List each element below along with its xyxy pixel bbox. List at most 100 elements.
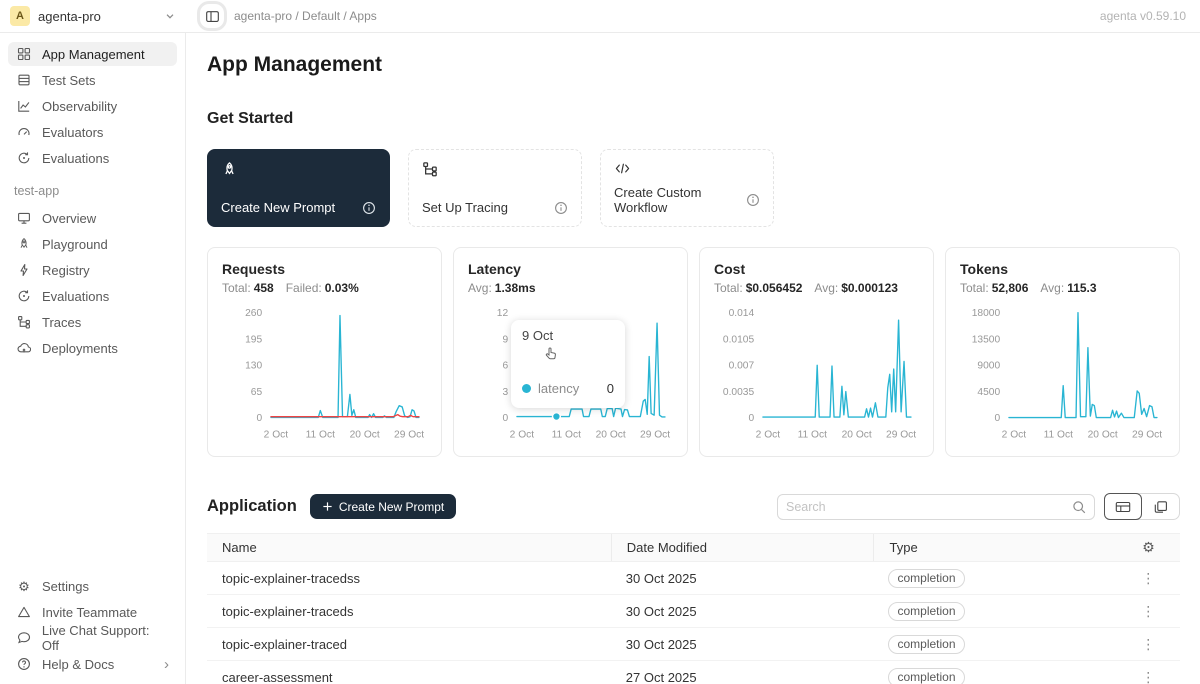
svg-text:3: 3: [502, 387, 508, 398]
grid-icon: [16, 47, 32, 61]
sidebar-item-invite-teammate[interactable]: Invite Teammate: [8, 600, 177, 624]
card-label: Set Up Tracing: [422, 200, 508, 215]
workspace-selector[interactable]: A agenta-pro: [0, 6, 186, 26]
workspace-name: agenta-pro: [38, 9, 156, 24]
sidebar-item-registry[interactable]: Registry: [8, 258, 177, 282]
sidebar-item-label: Overview: [42, 211, 96, 226]
sidebar: App Management Test Sets Observability E…: [0, 33, 186, 684]
svg-text:20 Oct: 20 Oct: [596, 429, 626, 440]
date-modified: 27 Oct 2025: [611, 670, 874, 684]
info-icon[interactable]: [362, 201, 376, 215]
sidebar-item-app-management[interactable]: App Management: [8, 42, 177, 66]
column-header-date-modified[interactable]: Date Modified: [611, 534, 874, 561]
create-new-prompt-button[interactable]: Create New Prompt: [310, 494, 456, 519]
chart-stats: Total:52,806 Avg:115.3: [960, 281, 1165, 295]
column-header-name[interactable]: Name: [207, 534, 611, 561]
chevron-down-icon: [164, 10, 176, 22]
table-view-button[interactable]: [1104, 493, 1142, 520]
sidebar-item-settings[interactable]: ⚙ Settings: [8, 574, 177, 598]
sidebar-item-label: Playground: [42, 237, 108, 252]
column-header-type[interactable]: Type: [873, 534, 1116, 561]
chart-title: Latency: [468, 261, 673, 277]
row-menu-icon[interactable]: ⋮: [1141, 669, 1155, 684]
sidebar-item-evaluators[interactable]: Evaluators: [8, 120, 177, 144]
type-badge: completion: [888, 569, 964, 588]
type-badge: completion: [888, 668, 964, 684]
sidebar-item-traces[interactable]: Traces: [8, 310, 177, 334]
tree-icon: [422, 161, 568, 177]
sidebar-item-app-evaluations[interactable]: Evaluations: [8, 284, 177, 308]
row-menu-icon[interactable]: ⋮: [1141, 603, 1155, 620]
svg-text:13500: 13500: [972, 334, 1001, 345]
info-icon[interactable]: [746, 193, 760, 207]
sidebar-item-observability[interactable]: Observability: [8, 94, 177, 118]
svg-text:130: 130: [245, 361, 262, 372]
svg-text:195: 195: [245, 334, 262, 345]
table-row[interactable]: topic-explainer-tracedss 30 Oct 2025 com…: [207, 562, 1180, 595]
tree-icon: [16, 315, 32, 329]
svg-text:11 Oct: 11 Oct: [798, 429, 828, 440]
sidebar-item-evaluations[interactable]: Evaluations: [8, 146, 177, 170]
sidebar-item-label: Settings: [42, 579, 89, 594]
row-menu-icon[interactable]: ⋮: [1141, 636, 1155, 653]
svg-text:11 Oct: 11 Oct: [552, 429, 582, 440]
svg-text:0: 0: [748, 413, 754, 424]
svg-text:4500: 4500: [977, 387, 1000, 398]
table-settings-gear-icon[interactable]: ⚙: [1142, 539, 1155, 556]
workspace-avatar: A: [10, 6, 30, 26]
sidebar-item-overview[interactable]: Overview: [8, 206, 177, 230]
svg-text:0: 0: [994, 413, 1000, 424]
create-new-prompt-card[interactable]: Create New Prompt: [207, 149, 390, 227]
svg-text:20 Oct: 20 Oct: [842, 429, 872, 440]
svg-text:6: 6: [502, 361, 508, 372]
gauge-icon: [16, 125, 32, 139]
cost-chart-card: Cost Total:$0.056452 Avg:$0.000123 00.00…: [699, 247, 934, 457]
date-modified: 30 Oct 2025: [611, 604, 874, 619]
sidebar-item-label: Evaluations: [42, 151, 109, 166]
row-menu-icon[interactable]: ⋮: [1141, 570, 1155, 587]
svg-text:2 Oct: 2 Oct: [1002, 429, 1027, 440]
svg-text:9000: 9000: [977, 361, 1000, 372]
top-header: A agenta-pro agenta-pro / Default / Apps…: [0, 0, 1200, 33]
application-header-row: Application Create New Prompt: [207, 493, 1180, 520]
table-row[interactable]: topic-explainer-traced 30 Oct 2025 compl…: [207, 628, 1180, 661]
search-icon[interactable]: [1072, 500, 1086, 514]
sidebar-collapse-button[interactable]: [200, 4, 224, 28]
cost-chart[interactable]: 00.00350.0070.01050.0142 Oct11 Oct20 Oct…: [714, 301, 919, 449]
create-custom-workflow-card[interactable]: Create Custom Workflow: [600, 149, 774, 227]
svg-text:0.0105: 0.0105: [723, 334, 755, 345]
sidebar-item-playground[interactable]: Playground: [8, 232, 177, 256]
sidebar-item-test-sets[interactable]: Test Sets: [8, 68, 177, 92]
get-started-cards: Create New Prompt Set Up Tracing Create …: [207, 149, 1180, 227]
sidebar-item-label: Traces: [42, 315, 81, 330]
svg-text:2 Oct: 2 Oct: [756, 429, 781, 440]
date-modified: 30 Oct 2025: [611, 637, 874, 652]
latency-chart-card: Latency Avg:1.38ms 0369122 Oct11 Oct20 O…: [453, 247, 688, 457]
requests-chart[interactable]: 0651301952602 Oct11 Oct20 Oct29 Oct: [222, 301, 427, 449]
card-label: Create New Prompt: [221, 200, 335, 215]
set-up-tracing-card[interactable]: Set Up Tracing: [408, 149, 582, 227]
breadcrumb[interactable]: agenta-pro / Default / Apps: [234, 9, 377, 23]
svg-text:0: 0: [502, 413, 508, 424]
type-badge: completion: [888, 602, 964, 621]
info-icon[interactable]: [554, 201, 568, 215]
svg-text:0: 0: [256, 413, 262, 424]
app-name: topic-explainer-traced: [207, 637, 611, 652]
sidebar-app-section-label: test-app: [14, 184, 177, 198]
chart-stats: Total:458 Failed:0.03%: [222, 281, 427, 295]
sidebar-item-help-docs[interactable]: Help & Docs ›: [8, 652, 177, 676]
table-row[interactable]: topic-explainer-traceds 30 Oct 2025 comp…: [207, 595, 1180, 628]
search-input[interactable]: [786, 500, 1066, 514]
monitor-icon: [16, 211, 32, 225]
svg-text:20 Oct: 20 Oct: [350, 429, 380, 440]
table-row[interactable]: career-assessment 27 Oct 2025 completion…: [207, 661, 1180, 684]
svg-text:0.014: 0.014: [729, 308, 755, 319]
card-view-button[interactable]: [1141, 494, 1179, 519]
sidebar-item-label: Observability: [42, 99, 117, 114]
sidebar-item-deployments[interactable]: Deployments: [8, 336, 177, 360]
tooltip-series-name: latency: [538, 381, 579, 396]
sidebar-item-live-chat[interactable]: Live Chat Support: Off: [8, 626, 177, 650]
tokens-chart-card: Tokens Total:52,806 Avg:115.3 0450090001…: [945, 247, 1180, 457]
type-badge: completion: [888, 635, 964, 654]
tokens-chart[interactable]: 04500900013500180002 Oct11 Oct20 Oct29 O…: [960, 301, 1165, 449]
